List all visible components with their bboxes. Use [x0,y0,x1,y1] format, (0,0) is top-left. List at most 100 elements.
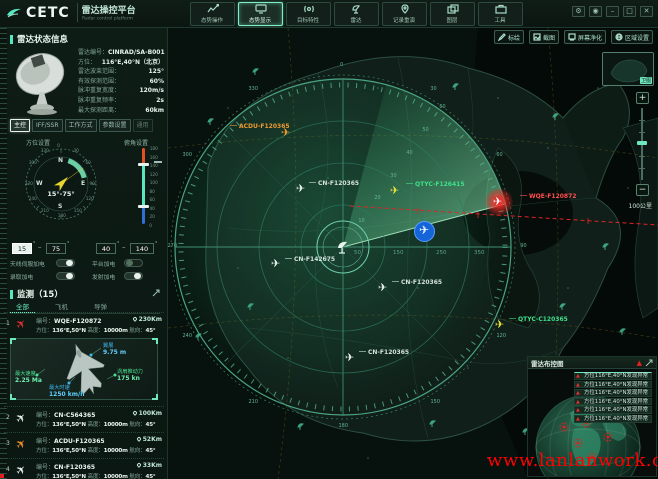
scope-axis-label: 50 [354,250,361,256]
alert-item[interactable]: ▲方位116°E,40°N发现异常 [574,381,652,389]
iff-ssr-button[interactable]: IFF/SSR [32,119,62,132]
elevation-from-input[interactable]: 40 [96,243,116,254]
tab-situation-display[interactable]: 态势显示 [238,2,283,26]
settings-icon[interactable]: ⚙ [572,6,585,17]
azimuth-range-readout: 15°-75° [47,190,75,198]
image-icon [533,33,541,41]
monitor-title: 监测（15） [17,288,63,300]
window-controls: ⚙ ◉ – □ ✕ [572,6,653,17]
tab-target-characteristics[interactable]: 目标特性 [286,2,331,26]
aircraft-label: CN-F120365 [359,349,409,356]
acquisition-power-toggle[interactable] [56,272,75,280]
alert-item[interactable]: ▲方位116°E,40°N发现异常 [574,372,652,380]
target-list-item[interactable]: 2 ✈ 编号：CN-C564365 100Km 方位：136°E,50°N 高度… [4,406,164,430]
scope-range-label: 40 [406,150,412,155]
aircraft-label: CN-F120365 [309,180,359,187]
aircraft-target[interactable]: ✈ [378,282,387,293]
radar-control-platform-window: CETC 雷达操控平台 Radar control platform 态势操作 … [0,0,658,479]
expand-icon[interactable] [152,289,160,297]
scope-degree-label: 90 [520,243,526,248]
tab-radar[interactable]: 雷达 [334,2,379,26]
alert-item[interactable]: ▲方位116°E,40°N发现异常 [574,406,652,414]
zoom-slider-track[interactable] [641,108,643,180]
plot-button[interactable]: 标绘 [494,30,524,44]
target-list-item[interactable]: 3 ✈ 编号：ACDU-F120365 52Km 方位：136°E,50°N 高… [4,432,164,456]
minimap[interactable]: 卫图 [602,52,654,86]
alert-item[interactable]: ▲方位116°E,40°N发现异常 [574,389,652,397]
elevation-handle-upper[interactable] [138,163,149,166]
param-settings-button[interactable]: 参数设置 [99,119,131,132]
map-toolbar: 标绘 截图 屏幕净化 区域设置 [494,30,653,44]
aircraft-label: ACDU-F120365 [230,123,290,130]
aircraft-spec-card: 翼展 9.75 m 最大速度 2.25 Ma 最大时速 1250 km/h 涡扇… [10,338,158,400]
azimuth-to-input[interactable]: 75 [46,243,66,254]
aircraft-target[interactable]: ✈ [271,258,280,269]
minimap-type-badge[interactable]: 卫图 [640,77,652,84]
zoom-slider-handle[interactable] [637,141,647,145]
azimuth-from-input[interactable]: 15 [12,243,32,254]
aircraft-label: QTYC-C120365 [509,316,568,323]
alert-item[interactable]: ▲方位116°E,40°N发现异常 [574,415,652,423]
app-title: 雷达操控平台 [82,3,138,16]
tab-situation-operation[interactable]: 态势操作 [190,2,235,26]
elevation-to-input[interactable]: 140 [130,243,154,254]
region-settings-button[interactable]: 区域设置 [611,30,653,44]
zoom-in-button[interactable]: + [636,92,649,104]
distance-pin-icon [132,410,138,416]
aircraft-target[interactable]: ✈ [390,185,399,196]
close-button[interactable]: ✕ [640,6,653,17]
friendly-aircraft-target[interactable]: ✈ [419,225,429,236]
chart-icon [207,4,219,14]
zoom-out-button[interactable]: − [636,184,649,196]
general-button[interactable]: 通用 [133,119,153,132]
left-control-panel: 雷达状态信息 雷达编号：CINRAD/SA-B001 方位：116°E,40°N… [0,28,168,479]
scope-degree-label: 30 [430,86,436,91]
scope-range-label: 20 [374,195,380,200]
elevation-slider[interactable]: 180 160 140 120 100 80 60 40 20 0 [134,146,164,238]
target-list-item[interactable]: 1 ✈ 编号：WQE-F120872 230Km 方位：136°E,50°N 高… [4,312,164,336]
orange-plane-icon: ✈ [13,435,30,452]
tab-tools[interactable]: 工具 [478,2,523,26]
location-pin-icon [399,4,411,14]
header-bar: CETC 雷达操控平台 Radar control platform 态势操作 … [0,0,658,28]
target-list-item[interactable]: 4 ✈ 编号：CN-F120365 33Km 方位：136°E,50°N 高度：… [4,458,164,479]
scope-degree-label: 150 [431,399,440,404]
scope-degree-label: 270 [168,243,177,248]
transmit-power-toggle[interactable] [124,272,143,280]
aircraft-label: WQE-F120872 [520,193,576,200]
expand-icon[interactable] [645,359,653,367]
antenna-servo-power-toggle[interactable] [56,259,75,267]
screen-clean-icon [568,33,576,41]
main-control-button[interactable]: 主控 [10,119,30,132]
map-scale-label: 100公里 [629,201,652,210]
scope-axis-label: 150 [393,250,404,256]
callout-leader-lines [11,339,159,401]
scope-degree-label: 330 [249,86,258,91]
about-icon[interactable]: ◉ [589,6,602,17]
scope-degree-label: 0 [340,62,343,67]
main-nav-tabs: 态势操作 态势显示 目标特性 雷达 记录重演 图层 [190,2,523,26]
antenna-icon [303,4,315,14]
cetc-bird-icon [6,6,22,20]
aircraft-label: CN-F142675 [285,256,335,263]
hostile-aircraft-target[interactable]: ✈ [493,196,502,207]
azimuth-compass[interactable]: N E S W 15°-75° [25,148,97,220]
tab-record-replay[interactable]: 记录重演 [382,2,427,26]
screen-clean-button[interactable]: 屏幕净化 [564,30,606,44]
maximize-button[interactable]: □ [623,6,636,17]
minimize-button[interactable]: – [606,6,619,17]
alert-panel-title: 雷达布控图 [531,358,634,368]
platform-power-toggle[interactable] [124,259,143,267]
tab-layers[interactable]: 图层 [430,2,475,26]
aircraft-target[interactable]: ✈ [345,352,354,363]
aircraft-target[interactable]: ✈ [495,319,504,330]
aircraft-target[interactable]: ✈ [296,183,305,194]
scope-degree-label: 300 [183,152,192,157]
work-mode-button[interactable]: 工作方式 [65,119,97,132]
alert-item[interactable]: ▲方位116°E,40°N发现异常 [574,398,652,406]
alert-list: ▲方位116°E,40°N发现异常 ▲方位116°E,40°N发现异常 ▲方位1… [574,371,654,423]
white-plane-icon: ✈ [13,461,30,478]
alert-panel-titlebar: 雷达布控图 ▲ [528,357,656,369]
elevation-handle-lower[interactable] [138,205,149,208]
screenshot-button[interactable]: 截图 [529,30,559,44]
